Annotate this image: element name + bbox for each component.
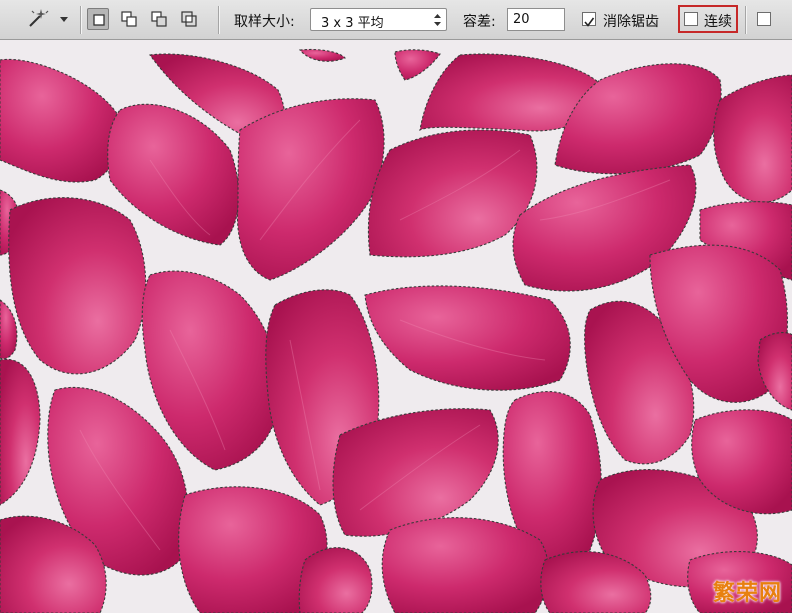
contiguous-label: 连续 [704, 14, 732, 30]
sample-size-label: 取样大小: [234, 14, 295, 30]
add-to-selection-button[interactable] [118, 8, 140, 30]
subtract-from-selection-button[interactable] [148, 8, 170, 30]
magic-wand-icon [29, 9, 49, 27]
add-to-selection-icon [121, 11, 137, 27]
watermark-logo: 繁荣网 [712, 581, 782, 606]
checkmark-icon [584, 17, 595, 27]
separator [80, 6, 81, 34]
separator [745, 6, 746, 34]
petal [757, 332, 792, 411]
petal [0, 299, 18, 360]
rose-petals-photo [0, 48, 792, 613]
intersect-selection-button[interactable] [178, 8, 200, 30]
petal [8, 197, 147, 375]
intersect-selection-icon [181, 11, 197, 27]
tolerance-input[interactable]: 20 [507, 8, 565, 31]
petal [298, 48, 346, 62]
options-bar: 取样大小: 3 x 3 平均 容差: 20 消除锯齿 连续 [0, 0, 792, 40]
petal [394, 49, 441, 81]
petal [713, 74, 792, 203]
sample-size-select[interactable]: 3 x 3 平均 [310, 8, 447, 31]
new-selection-icon [93, 14, 105, 26]
petal [364, 285, 571, 391]
petal [0, 358, 41, 506]
antialias-label: 消除锯齿 [603, 14, 659, 30]
antialias-checkbox[interactable] [582, 12, 596, 27]
separator [218, 6, 219, 34]
petal [298, 547, 373, 613]
select-updown-arrow-icon [434, 14, 441, 26]
tolerance-label: 容差: [463, 14, 496, 30]
tool-preset-dropdown-arrow[interactable] [60, 17, 68, 22]
petal [367, 129, 538, 258]
petal [236, 98, 385, 281]
magic-wand-tool-button[interactable] [22, 6, 52, 32]
petal [0, 58, 121, 183]
petal [332, 408, 499, 537]
document-canvas[interactable]: 繁荣网 [0, 40, 792, 613]
sample-size-value: 3 x 3 平均 [321, 16, 384, 31]
new-selection-button[interactable] [87, 8, 109, 30]
selected-petals [0, 48, 792, 613]
petal [381, 517, 550, 613]
sample-all-layers-checkbox[interactable] [757, 12, 771, 26]
subtract-from-selection-icon [151, 11, 167, 27]
contiguous-checkbox[interactable] [684, 12, 698, 26]
